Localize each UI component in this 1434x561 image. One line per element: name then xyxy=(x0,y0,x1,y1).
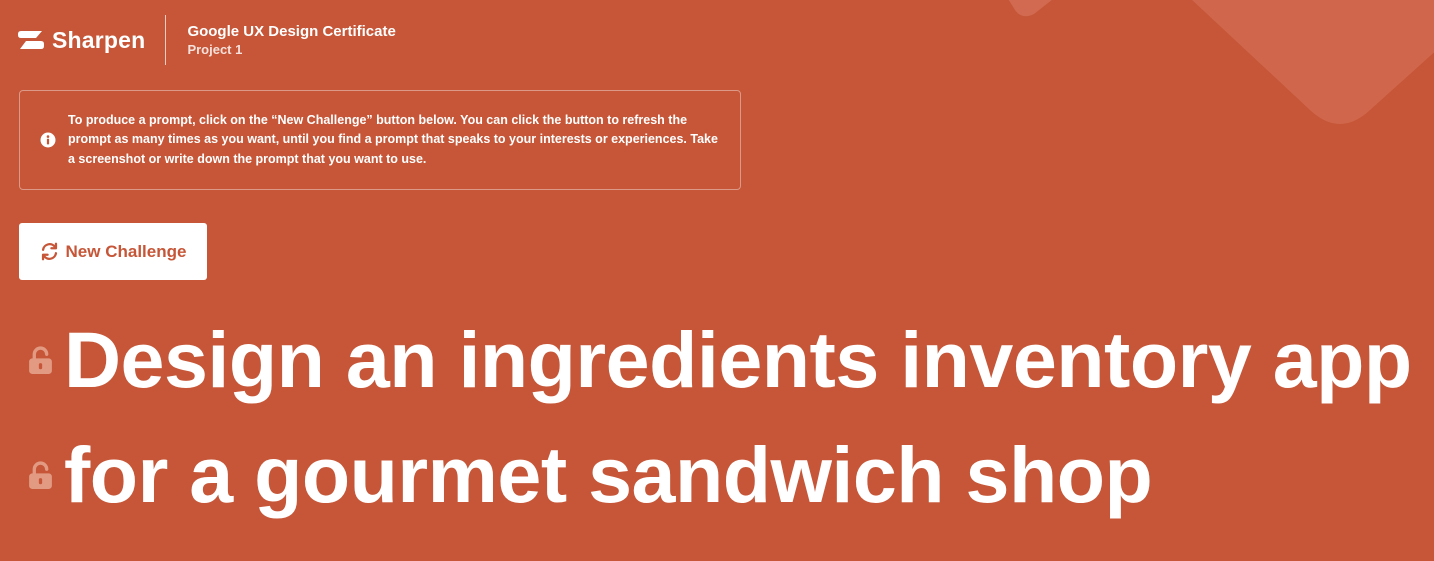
info-text: To produce a prompt, click on the “New C… xyxy=(68,112,718,166)
refresh-icon xyxy=(40,242,59,261)
prompt-text-line-1: Design an ingredients inventory app xyxy=(64,315,1412,404)
brand-logo[interactable]: Sharpen xyxy=(18,18,145,62)
course-info: Google UX Design Certificate Project 1 xyxy=(187,22,395,59)
header-divider xyxy=(165,15,167,65)
new-challenge-button[interactable]: New Challenge xyxy=(19,223,207,280)
header: Sharpen Google UX Design Certificate Pro… xyxy=(18,14,396,66)
unlock-icon[interactable] xyxy=(26,460,54,490)
sharpen-logo-icon xyxy=(18,31,44,49)
prompt-line-2: for a gourmet sandwich shop xyxy=(26,430,1153,520)
info-icon xyxy=(40,132,56,148)
unlock-icon[interactable] xyxy=(26,345,54,375)
prompt-line-1: Design an ingredients inventory app xyxy=(26,315,1412,405)
new-challenge-label: New Challenge xyxy=(65,241,187,261)
info-callout: To produce a prompt, click on the “New C… xyxy=(19,90,741,190)
prompt-text-line-2: for a gourmet sandwich shop xyxy=(64,430,1153,519)
brand-name: Sharpen xyxy=(52,26,146,53)
course-subtitle: Project 1 xyxy=(187,41,243,57)
course-title: Google UX Design Certificate xyxy=(187,22,396,40)
